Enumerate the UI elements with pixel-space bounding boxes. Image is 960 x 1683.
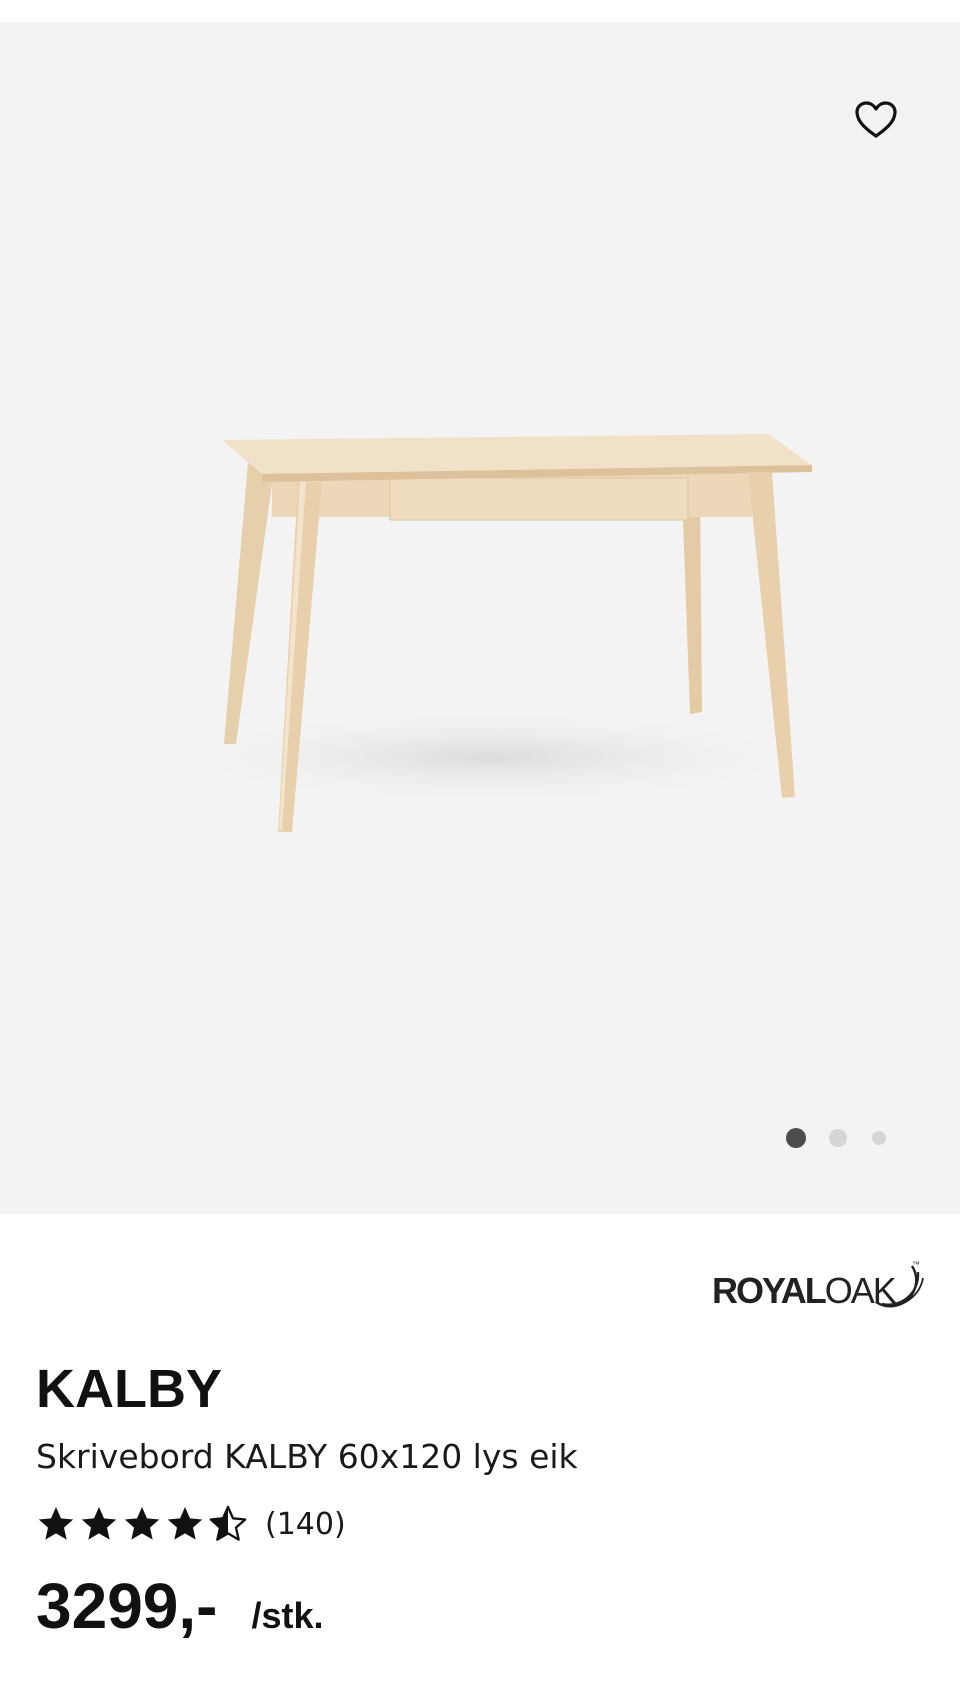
star-full-icon: [167, 1507, 203, 1540]
star-half-icon: [209, 1505, 247, 1541]
price-row: 3299,- /stk.: [36, 1574, 324, 1638]
product-price: 3299,-: [36, 1570, 218, 1642]
carousel-indicator: [780, 1126, 910, 1150]
product-rating[interactable]: (140): [36, 1502, 346, 1546]
rating-stars: [36, 1504, 251, 1544]
heart-outline-icon: [855, 101, 897, 138]
star-full-icon: [124, 1507, 160, 1540]
brand-logo: ROYALOAK ™: [708, 1248, 928, 1320]
product-image-desk: [150, 434, 830, 832]
star-full-icon: [81, 1507, 117, 1540]
product-name: KALBY: [36, 1359, 222, 1419]
carousel-dot[interactable]: [872, 1131, 886, 1145]
carousel-dot[interactable]: [829, 1129, 847, 1147]
trademark-symbol: ™: [912, 1260, 920, 1269]
review-count: (140): [265, 1506, 346, 1542]
star-full-icon: [38, 1507, 74, 1540]
carousel-dot-active[interactable]: [786, 1128, 806, 1148]
product-image-gallery[interactable]: [0, 22, 960, 1214]
favorite-button[interactable]: [848, 92, 904, 148]
price-unit: /stk.: [251, 1595, 324, 1636]
product-description: Skrivebord KALBY 60x120 lys eik: [36, 1437, 578, 1476]
